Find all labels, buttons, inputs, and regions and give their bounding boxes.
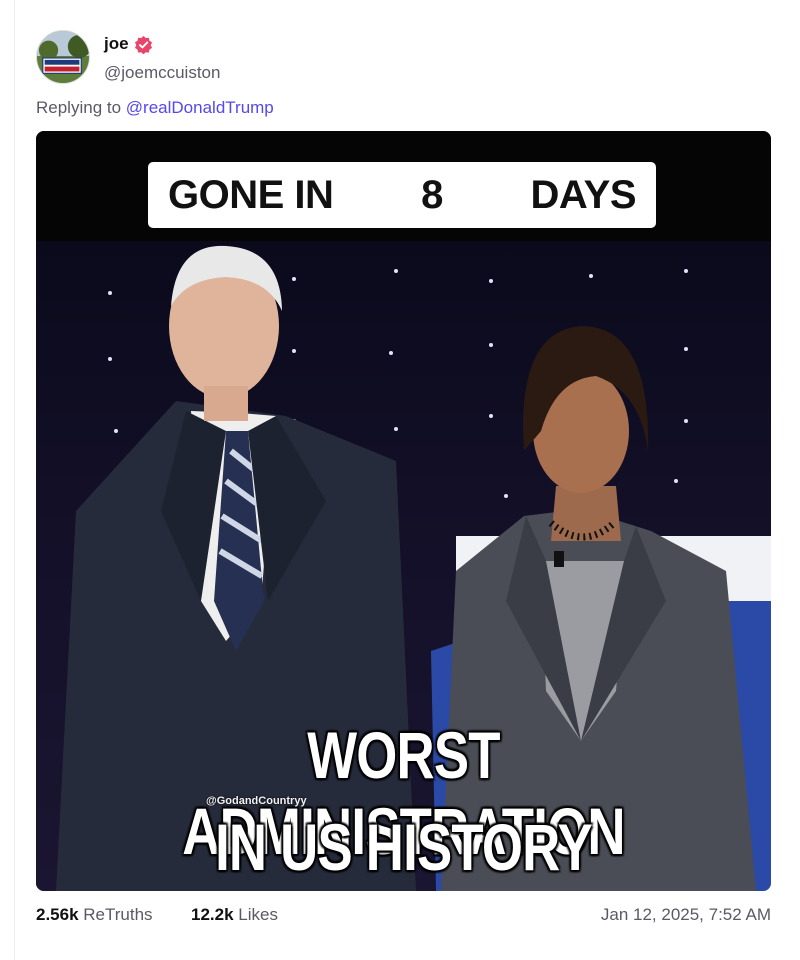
likes-label: Likes — [238, 905, 278, 924]
post-timestamp[interactable]: Jan 12, 2025, 7:52 AM — [601, 905, 771, 925]
likes-count: 12.2k — [191, 905, 234, 924]
verified-badge-icon — [134, 35, 152, 54]
post-image[interactable]: GONE IN 8 DAYS WORST ADMINISTRATION @God… — [36, 131, 771, 891]
reply-target-link[interactable]: @realDonaldTrump — [126, 98, 274, 117]
retruths-label: ReTruths — [83, 905, 153, 924]
image-watermark: @GodandCountryy — [206, 795, 307, 807]
retruths-stat[interactable]: 2.56k ReTruths — [36, 905, 153, 925]
banner-text-gone-in: GONE IN — [168, 172, 334, 217]
post-footer: 2.56k ReTruths 12.2k Likes Jan 12, 2025,… — [36, 905, 771, 931]
post-header: joe @joemccuiston — [36, 30, 776, 90]
caption-line-2: IN US HISTORY — [215, 810, 593, 884]
banner-number: 8 — [421, 172, 443, 217]
reply-context: Replying to @realDonaldTrump — [36, 98, 274, 118]
author-name-row: joe — [104, 34, 153, 54]
banner-text-days: DAYS — [530, 172, 637, 217]
retruths-count: 2.56k — [36, 905, 79, 924]
likes-stat[interactable]: 12.2k Likes — [191, 905, 278, 925]
countdown-banner: GONE IN 8 DAYS — [148, 162, 656, 228]
author-handle[interactable]: @joemccuiston — [104, 63, 220, 83]
reply-prefix: Replying to — [36, 98, 122, 117]
display-name[interactable]: joe — [104, 34, 129, 54]
avatar[interactable] — [36, 30, 90, 84]
thread-divider — [14, 0, 15, 960]
